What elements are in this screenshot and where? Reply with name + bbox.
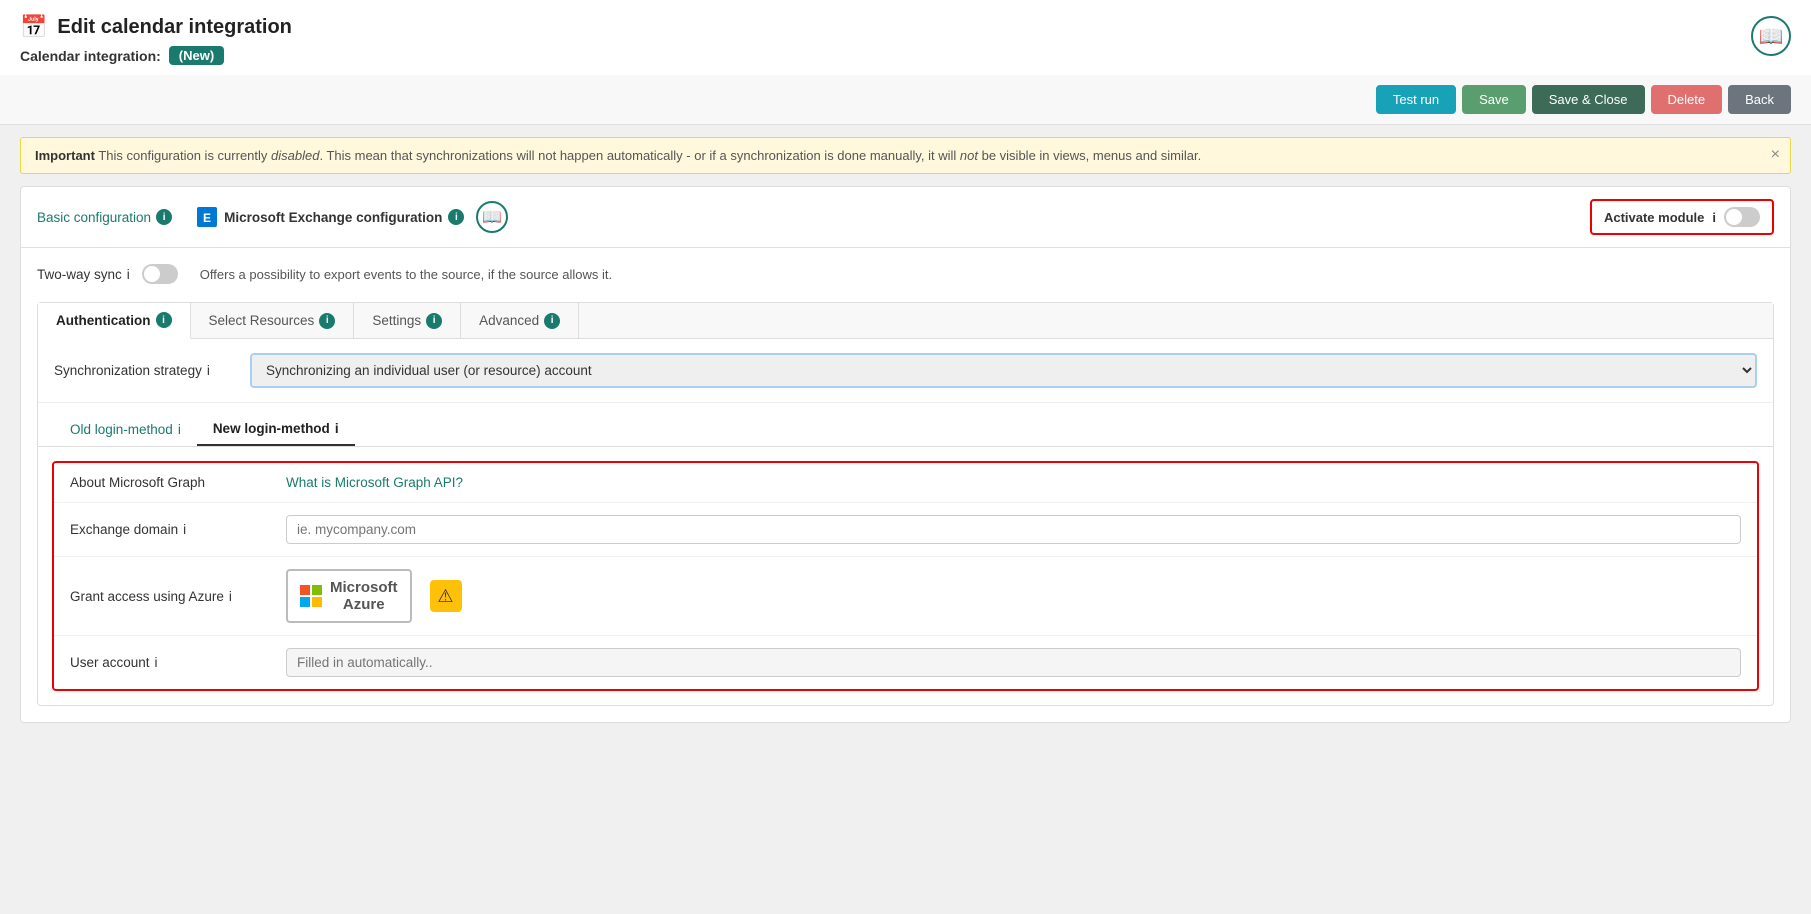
- domain-info-icon[interactable]: i: [183, 522, 186, 537]
- tab-authentication[interactable]: Authentication i: [38, 303, 191, 339]
- new-badge: (New): [169, 46, 224, 65]
- ms-logo: [300, 585, 322, 607]
- strategy-label: Synchronization strategy i: [54, 363, 234, 378]
- about-label: About Microsoft Graph: [70, 475, 270, 490]
- test-run-button[interactable]: Test run: [1376, 85, 1456, 114]
- strategy-select[interactable]: Synchronizing an individual user (or res…: [250, 353, 1757, 388]
- exchange-book-icon: 📖: [476, 201, 508, 233]
- basic-config-info-icon[interactable]: i: [156, 209, 172, 225]
- login-tabs: Old login-method i New login-method i: [38, 403, 1773, 447]
- banner-text2: . This mean that synchronizations will n…: [319, 148, 959, 163]
- banner-italic2: not: [960, 148, 978, 163]
- activate-module-container: Activate module i: [1590, 199, 1774, 235]
- new-login-info-icon[interactable]: i: [335, 421, 339, 436]
- tab-advanced[interactable]: Advanced i: [461, 303, 579, 338]
- tab-exchange-label: Microsoft Exchange configuration: [224, 210, 442, 225]
- activate-module-label: Activate module: [1604, 210, 1704, 225]
- back-button[interactable]: Back: [1728, 85, 1791, 114]
- config-tabs: Basic configuration i E Microsoft Exchan…: [21, 187, 1790, 248]
- tab-settings[interactable]: Settings i: [354, 303, 461, 338]
- two-way-sync-toggle[interactable]: [142, 264, 178, 284]
- main-content: Basic configuration i E Microsoft Exchan…: [20, 186, 1791, 723]
- new-login-label: New login-method: [213, 421, 330, 436]
- save-close-button[interactable]: Save & Close: [1532, 85, 1645, 114]
- grant-label: Grant access using Azure i: [70, 589, 270, 604]
- sub-tabs-container: Authentication i Select Resources i Sett…: [37, 302, 1774, 706]
- azure-button-label: MicrosoftAzure: [330, 579, 398, 613]
- strategy-info-icon[interactable]: i: [207, 363, 210, 378]
- banner-close-button[interactable]: ×: [1771, 146, 1780, 164]
- subtitle-label: Calendar integration:: [20, 48, 161, 64]
- authentication-info-icon[interactable]: i: [156, 312, 172, 328]
- tab-advanced-label: Advanced: [479, 313, 539, 328]
- user-account-input[interactable]: [286, 648, 1741, 677]
- two-way-sync-row: Two-way sync i Offers a possibility to e…: [37, 264, 1774, 284]
- tab-select-resources[interactable]: Select Resources i: [191, 303, 355, 338]
- two-way-sync-info-icon[interactable]: i: [127, 267, 130, 282]
- exchange-icon: E: [196, 206, 218, 228]
- tab-select-resources-label: Select Resources: [209, 313, 315, 328]
- advanced-info-icon[interactable]: i: [544, 313, 560, 329]
- sync-note: Offers a possibility to export events to…: [200, 267, 612, 282]
- settings-info-icon[interactable]: i: [426, 313, 442, 329]
- exchange-config-info-icon[interactable]: i: [448, 209, 464, 225]
- grant-row: Grant access using Azure i: [54, 557, 1757, 636]
- about-value[interactable]: What is Microsoft Graph API?: [286, 475, 1741, 490]
- user-account-row: User account i: [54, 636, 1757, 689]
- tab-settings-label: Settings: [372, 313, 421, 328]
- two-way-sync-label: Two-way sync i: [37, 267, 130, 282]
- tab-basic-label: Basic configuration: [37, 210, 151, 225]
- strategy-row: Synchronization strategy i Synchronizing…: [38, 339, 1773, 403]
- activate-module-info-icon[interactable]: i: [1712, 210, 1716, 225]
- section-body: Two-way sync i Offers a possibility to e…: [21, 248, 1790, 722]
- red-section: About Microsoft Graph What is Microsoft …: [52, 461, 1759, 691]
- old-login-label: Old login-method: [70, 422, 173, 437]
- domain-label: Exchange domain i: [70, 522, 270, 537]
- banner-text1: This configuration is currently: [95, 148, 271, 163]
- tab-basic-config[interactable]: Basic configuration i: [37, 209, 172, 225]
- domain-row: Exchange domain i: [54, 503, 1757, 557]
- azure-button[interactable]: MicrosoftAzure: [286, 569, 412, 623]
- warning-banner: Important This configuration is currentl…: [20, 137, 1791, 174]
- page-title: Edit calendar integration: [57, 16, 291, 39]
- svg-text:E: E: [203, 211, 211, 225]
- domain-input[interactable]: [286, 515, 1741, 544]
- user-account-info-icon[interactable]: i: [155, 655, 158, 670]
- save-button[interactable]: Save: [1462, 85, 1526, 114]
- tab-exchange-config[interactable]: E Microsoft Exchange configuration i 📖: [196, 201, 508, 233]
- grant-info-icon[interactable]: i: [229, 589, 232, 604]
- tab-old-login[interactable]: Old login-method i: [54, 413, 197, 446]
- activate-module-toggle[interactable]: [1724, 207, 1760, 227]
- toolbar: Test run Save Save & Close Delete Back: [0, 75, 1811, 125]
- user-account-label: User account i: [70, 655, 270, 670]
- tab-new-login[interactable]: New login-method i: [197, 413, 355, 446]
- select-resources-info-icon[interactable]: i: [319, 313, 335, 329]
- calendar-icon: 📅: [20, 14, 47, 40]
- delete-button[interactable]: Delete: [1651, 85, 1723, 114]
- banner-bold: Important: [35, 148, 95, 163]
- warning-icon: ⚠: [430, 580, 462, 612]
- about-row: About Microsoft Graph What is Microsoft …: [54, 463, 1757, 503]
- banner-text3: be visible in views, menus and similar.: [978, 148, 1201, 163]
- sub-tabs: Authentication i Select Resources i Sett…: [38, 303, 1773, 339]
- app-logo: 📖: [1751, 16, 1791, 56]
- tab-authentication-label: Authentication: [56, 313, 151, 328]
- banner-italic1: disabled: [271, 148, 319, 163]
- old-login-info-icon[interactable]: i: [178, 422, 181, 437]
